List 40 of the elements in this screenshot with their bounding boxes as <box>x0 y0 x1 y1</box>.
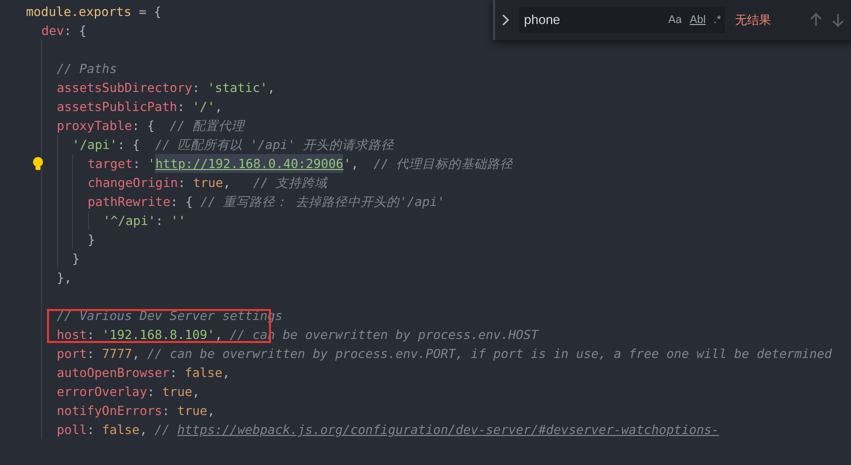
code-text: , <box>351 155 360 173</box>
code-comment: // <box>154 421 171 439</box>
code-line: assetsSubDirectory: 'static', <box>56 79 276 97</box>
code-text: ' <box>148 155 156 173</box>
code-line: dev: { <box>41 22 87 40</box>
result-count: 无结果 <box>735 12 771 29</box>
code-line: } <box>72 250 80 268</box>
code-line: }, <box>56 269 72 287</box>
search-input-text: phone <box>524 11 562 30</box>
url-link[interactable]: http://192.168.0.40:29006 <box>155 154 344 173</box>
search-field[interactable]: phone Aa Abl .* <box>519 7 725 33</box>
code-text: false <box>102 421 140 439</box>
code-text: ' <box>343 155 351 173</box>
code-line: pathRewrite: { // 重写路径： 去掉路径中开头的'/api' <box>88 193 445 211</box>
code-line: module.exports = { <box>26 3 162 21</box>
chevron-right-icon[interactable] <box>501 13 511 27</box>
search-option-toggle[interactable]: .* <box>714 12 721 28</box>
code-line: notifyOnErrors: true, <box>56 402 215 420</box>
arrow-down-icon[interactable] <box>831 12 845 28</box>
search-option-toggle[interactable]: Abl <box>690 12 706 28</box>
code-comment: // 代理目标的基础路径 <box>374 155 514 173</box>
code-line: } <box>88 231 96 249</box>
code-line: '^/api': '' <box>102 212 186 230</box>
code-line: '/api': { // 匹配所有以 '/api' 开头的请求路径 <box>72 136 394 154</box>
code-line: autoOpenBrowser: false, <box>56 364 230 382</box>
code-line: assetsPublicPath: '/', <box>56 98 222 116</box>
code-text: target <box>88 155 133 173</box>
code-text: , <box>140 421 148 439</box>
code-text: poll <box>56 421 87 439</box>
code-line: // Paths <box>56 60 117 78</box>
code-text: : <box>132 155 142 173</box>
lightbulb-icon[interactable] <box>32 156 44 171</box>
search-option-toggle[interactable]: Aa <box>668 12 682 28</box>
code-line: errorOverlay: true, <box>56 383 200 401</box>
code-text: : <box>86 421 96 439</box>
code-line: proxyTable: { // 配置代理 <box>56 117 244 135</box>
arrow-up-icon[interactable] <box>809 12 823 28</box>
code-line: changeOrigin: true, // 支持跨域 <box>88 174 328 192</box>
code-line: port: 7777, // can be overwritten by process.env.PORT, if port is in use, a free one will be determined <box>56 345 832 363</box>
url-link[interactable]: https://webpack.js.org/configuration/dev-server/#devserver-watchoptions- <box>177 420 720 439</box>
